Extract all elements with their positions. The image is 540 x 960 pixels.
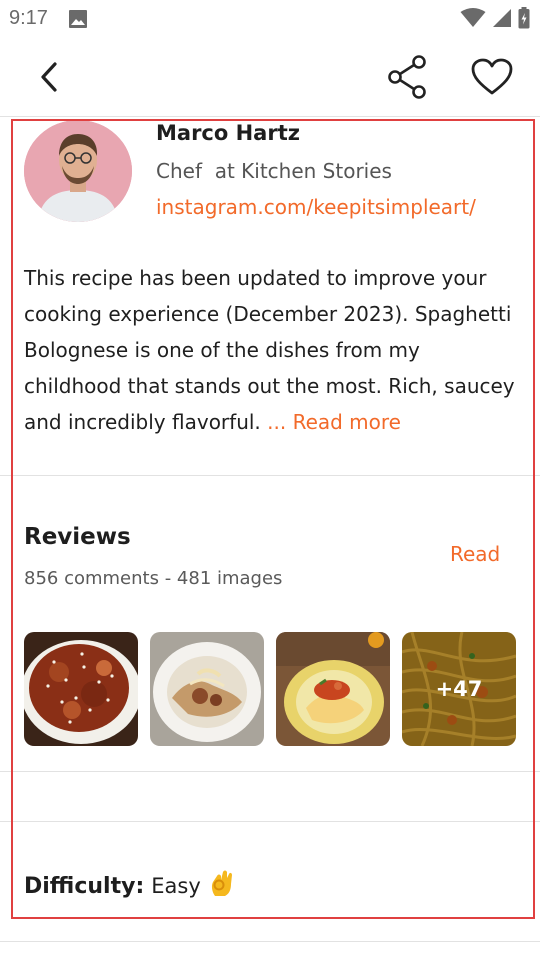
wifi-icon — [460, 8, 486, 32]
image-icon — [68, 9, 88, 33]
author-card: Marco Hartz Chef at Kitchen Stories inst… — [24, 116, 524, 226]
signal-icon — [492, 8, 512, 32]
reviews-title: Reviews — [24, 524, 131, 550]
selection-highlight — [11, 119, 535, 919]
status-bar: 9:17 — [0, 0, 540, 38]
difficulty-row: Difficulty: Easy — [24, 868, 235, 904]
reviews-meta: 856 comments - 481 images — [24, 568, 283, 589]
back-button[interactable] — [26, 56, 72, 102]
divider — [0, 771, 540, 772]
read-more-link[interactable]: ... Read more — [267, 410, 401, 434]
author-name[interactable]: Marco Hartz — [156, 121, 300, 145]
recipe-description: This recipe has been updated to improve … — [24, 260, 520, 440]
divider — [0, 821, 540, 822]
review-images: +47 — [24, 632, 516, 746]
app-bar — [0, 40, 540, 116]
more-images-count: +47 — [402, 632, 516, 746]
favorite-button[interactable] — [468, 55, 516, 103]
avatar[interactable] — [24, 120, 132, 222]
divider — [0, 475, 540, 476]
review-image-more[interactable]: +47 — [402, 632, 516, 746]
author-instagram-link[interactable]: instagram.com/keepitsimpleart/ — [156, 195, 476, 219]
reviews-read-button[interactable]: Read — [450, 542, 500, 566]
battery-icon — [518, 7, 530, 33]
share-button[interactable] — [384, 55, 432, 103]
divider — [0, 941, 540, 942]
review-image[interactable] — [24, 632, 138, 746]
author-role: Chef at Kitchen Stories — [156, 159, 392, 183]
difficulty-label: Difficulty: — [24, 873, 145, 899]
status-icons — [460, 7, 530, 33]
review-image[interactable] — [150, 632, 264, 746]
ok-hand-icon — [209, 868, 235, 904]
review-image[interactable] — [276, 632, 390, 746]
difficulty-value: Easy — [151, 874, 201, 898]
back-arrow-icon — [38, 61, 60, 97]
heart-icon — [471, 58, 513, 100]
status-time: 9:17 — [9, 7, 48, 29]
description-text: This recipe has been updated to improve … — [24, 266, 515, 434]
share-icon — [387, 55, 429, 103]
